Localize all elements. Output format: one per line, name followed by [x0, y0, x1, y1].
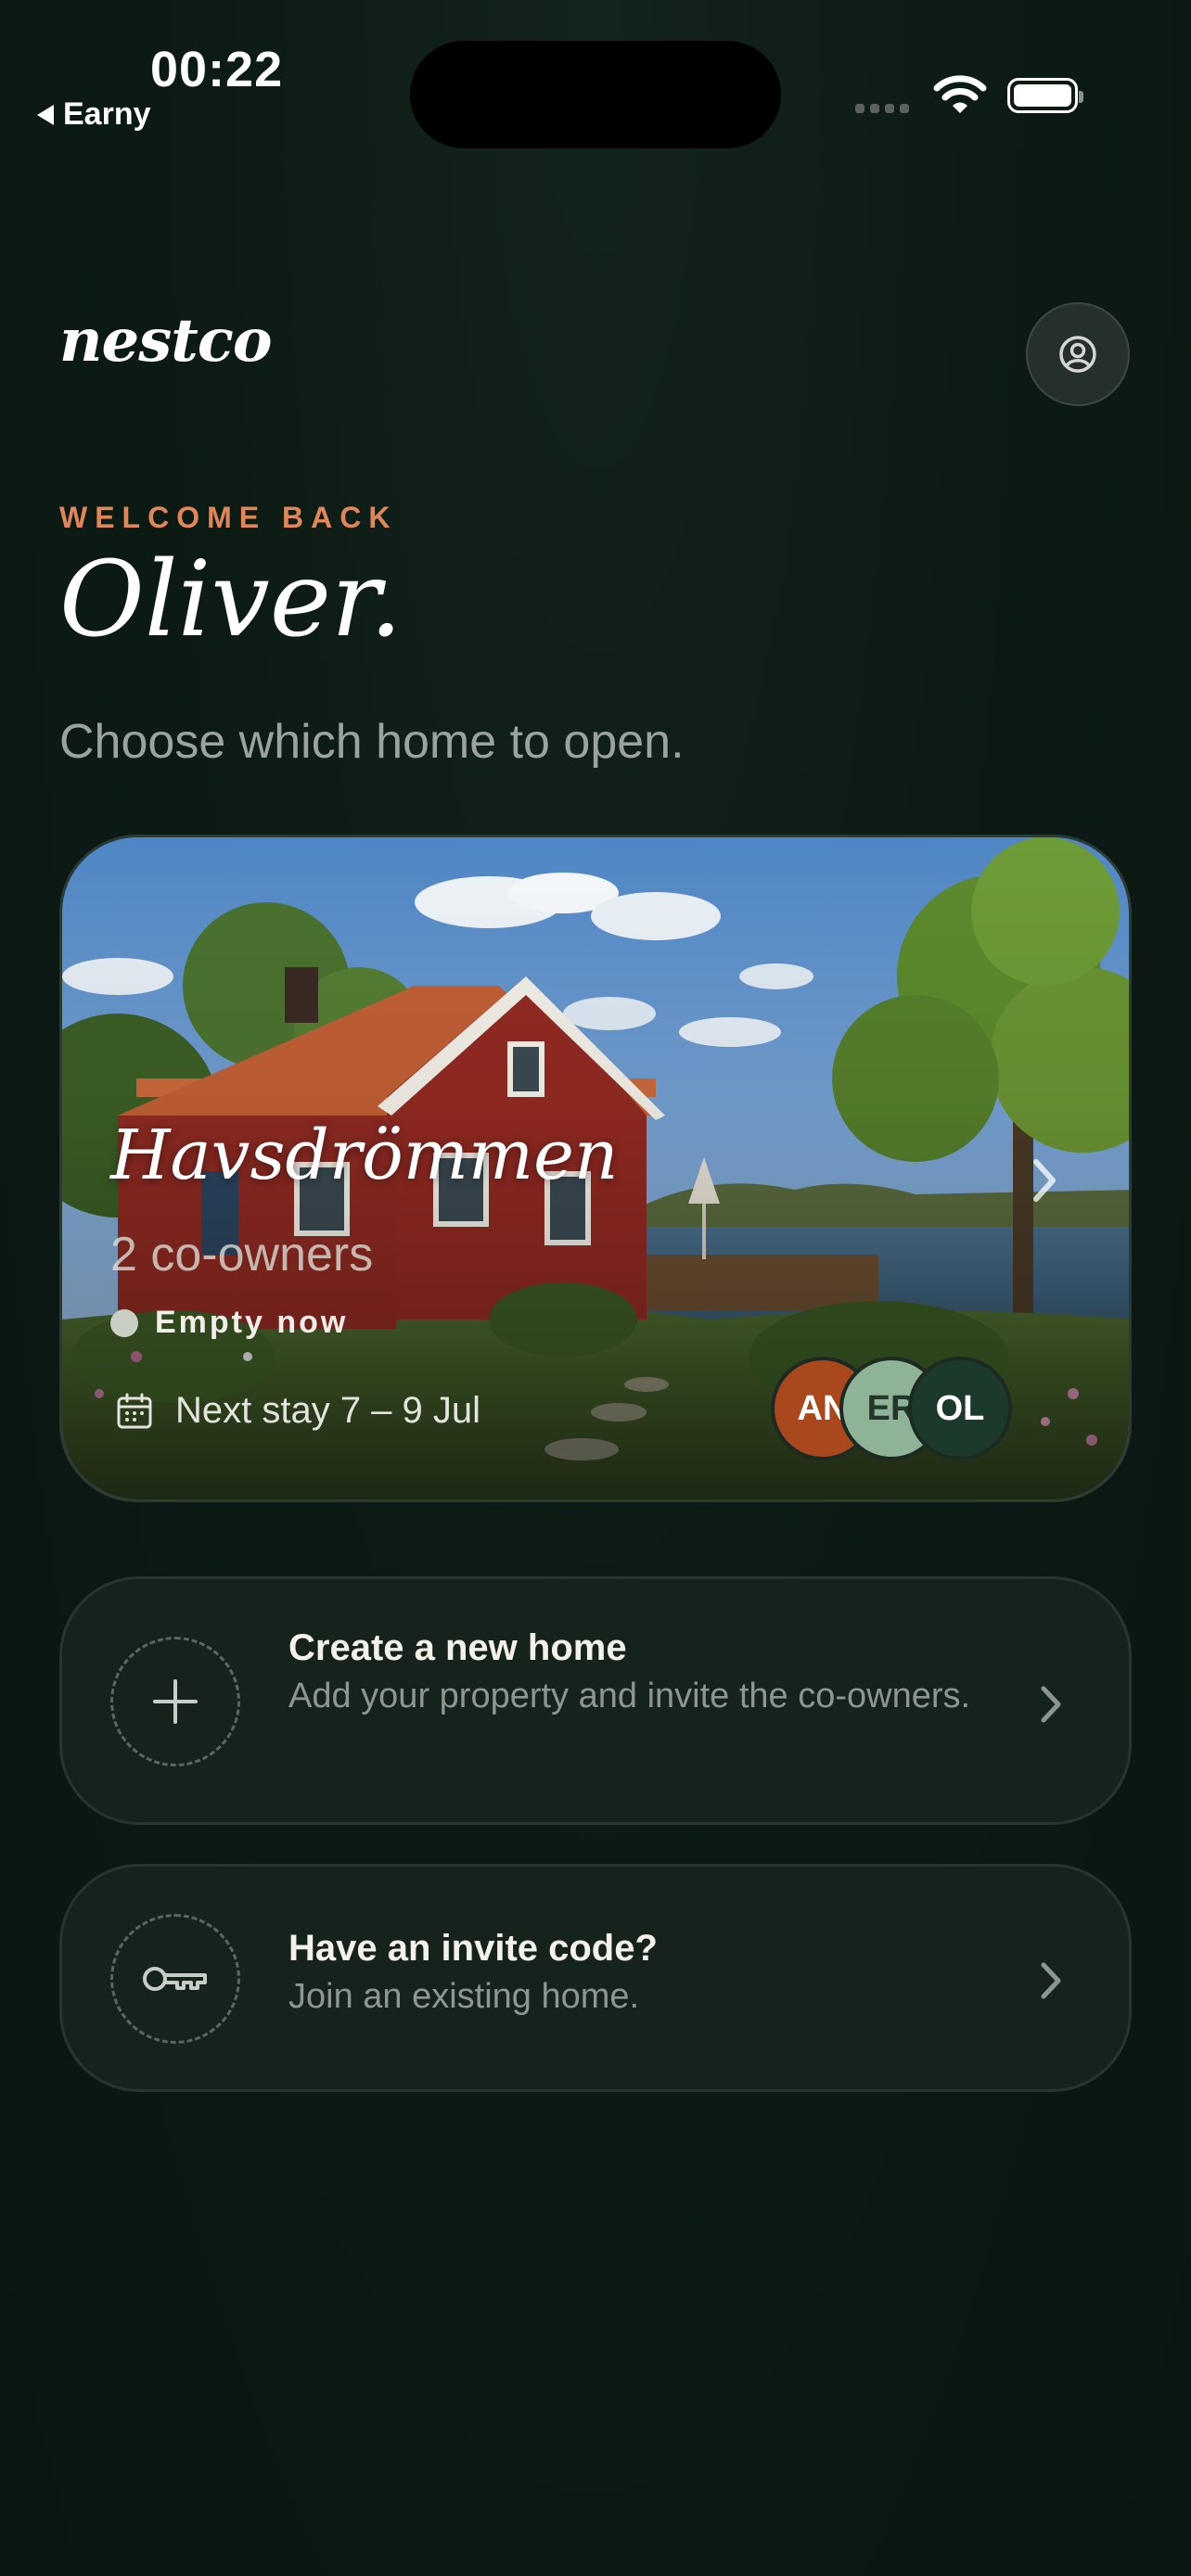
invite-code-card[interactable]: Have an invite code? Join an existing ho… — [59, 1864, 1132, 2092]
invite-code-description: Join an existing home. — [288, 1977, 640, 2016]
page-subtitle: Choose which home to open. — [59, 715, 685, 769]
status-label: Empty now — [155, 1305, 349, 1340]
calendar-icon — [117, 1393, 152, 1428]
battery-icon — [1007, 78, 1083, 113]
next-stay: Next stay 7 – 9 Jul — [116, 1390, 480, 1432]
home-card[interactable]: Havsdrömmen 2 co-owners Empty now Next s… — [59, 835, 1132, 1502]
invite-code-title: Have an invite code? — [288, 1928, 658, 1969]
create-home-description: Add your property and invite the co-owne… — [288, 1677, 971, 1715]
status-time: 00:22 — [150, 42, 284, 97]
chevron-right-icon — [1041, 1962, 1061, 1999]
chevron-right-icon — [1033, 1159, 1056, 1202]
chevron-right-icon — [1041, 1686, 1061, 1723]
home-name: Havsdrömmen — [110, 1116, 619, 1195]
user-circle-icon — [1059, 336, 1096, 373]
wifi-icon — [933, 75, 987, 113]
cellular-signal-icon — [855, 104, 909, 113]
home-status: Empty now — [110, 1305, 348, 1341]
create-home-title: Create a new home — [288, 1627, 627, 1668]
avatar: OL — [908, 1357, 1012, 1460]
back-to-app-link[interactable]: Earny — [37, 96, 151, 133]
profile-button[interactable] — [1026, 302, 1130, 406]
user-name-heading: Oliver. — [59, 540, 403, 660]
dynamic-island — [410, 41, 781, 148]
back-app-label: Earny — [63, 96, 151, 132]
next-stay-label: Next stay 7 – 9 Jul — [175, 1390, 481, 1431]
app-logo: nestco — [59, 306, 272, 376]
plus-icon — [110, 1637, 240, 1766]
create-home-card[interactable]: Create a new home Add your property and … — [59, 1576, 1132, 1825]
status-dot-icon — [110, 1308, 138, 1337]
back-arrow-icon — [37, 104, 54, 125]
welcome-eyebrow: WELCOME BACK — [59, 501, 398, 534]
key-icon — [110, 1914, 240, 2044]
home-owners-count: 2 co-owners — [110, 1228, 374, 1282]
co-owner-avatars: AN ER OL — [771, 1357, 1040, 1460]
